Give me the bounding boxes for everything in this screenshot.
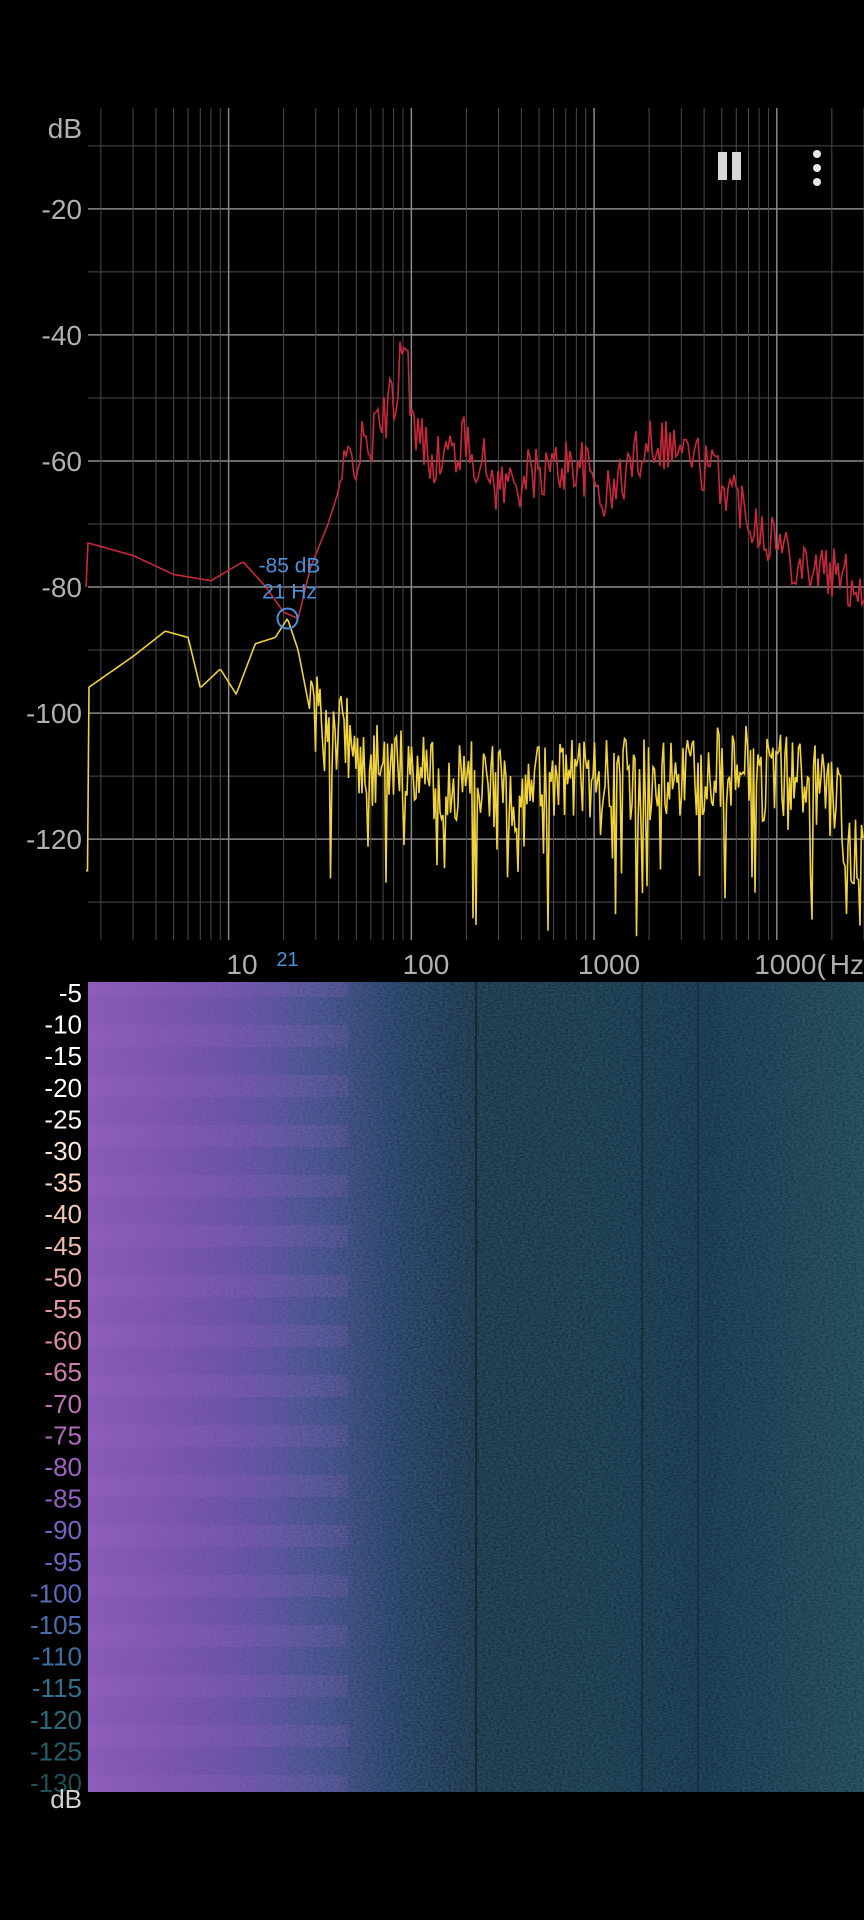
spectrogram-panel[interactable]: -5-10-15-20-25-30-35-40-45-50-55-60-65-7… <box>0 975 864 1825</box>
spectrogram-y-axis: -5-10-15-20-25-30-35-40-45-50-55-60-65-7… <box>30 978 82 1814</box>
spectrogram-y-tick: -70 <box>44 1389 82 1419</box>
spectrum-y-tick: -40 <box>42 320 82 351</box>
spectrogram-y-tick: -40 <box>44 1199 82 1229</box>
spectrogram-y-tick: -30 <box>44 1136 82 1166</box>
spectrogram-y-unit: dB <box>50 1784 82 1814</box>
spectrogram-y-tick: -5 <box>59 978 82 1008</box>
pause-button[interactable] <box>701 140 757 196</box>
more-options-button[interactable] <box>789 140 845 196</box>
spectrogram-y-tick: -100 <box>30 1578 82 1608</box>
spectrogram-y-tick: -20 <box>44 1073 82 1103</box>
pause-icon <box>715 151 743 185</box>
spectrum-y-tick: -120 <box>26 824 82 855</box>
spectrum-analyzer-app: dB -20 -40 -60 -80 -100 -120 10 100 1000 1000(Hz… <box>0 0 864 1920</box>
marker-axis-label: 21 <box>276 949 298 971</box>
spectrogram-y-tick: -75 <box>44 1420 82 1450</box>
spectrogram-y-tick: -60 <box>44 1326 82 1356</box>
spectrogram-y-tick: -95 <box>44 1547 82 1577</box>
marker-hz-label: 21 Hz <box>262 581 317 604</box>
spectrum-y-unit: dB <box>48 113 82 144</box>
marker-db-label: -85 dB <box>259 555 321 578</box>
spectrum-y-tick: -80 <box>42 572 82 603</box>
spectrogram-image <box>88 982 864 1792</box>
spectrogram-y-tick: -125 <box>30 1736 82 1766</box>
spectrogram-y-tick: -105 <box>30 1610 82 1640</box>
spectrogram-y-tick: -65 <box>44 1357 82 1387</box>
spectrogram-y-tick: -45 <box>44 1231 82 1261</box>
spectrum-y-tick: -20 <box>42 194 82 225</box>
spectrogram-y-tick: -35 <box>44 1168 82 1198</box>
spectrogram-y-tick: -55 <box>44 1294 82 1324</box>
frequency-marker[interactable]: -85 dB 21 Hz 21 <box>259 555 321 971</box>
spectrogram-y-tick: -25 <box>44 1104 82 1134</box>
spectrogram-y-tick: -10 <box>44 1010 82 1040</box>
spectrogram-y-tick: -50 <box>44 1262 82 1292</box>
spectrum-y-axis: dB -20 -40 -60 -80 -100 -120 <box>26 113 82 855</box>
spectrum-y-tick: -60 <box>42 446 82 477</box>
marker-circle <box>276 607 299 630</box>
spectrogram-y-tick: -110 <box>32 1642 82 1672</box>
more-vert-icon <box>813 147 821 189</box>
spectrogram-y-tick: -15 <box>44 1041 82 1071</box>
spectrogram-y-tick: -90 <box>44 1515 82 1545</box>
spectrum-series <box>85 341 864 937</box>
spectrogram-y-tick: -115 <box>32 1673 82 1703</box>
spectrum-y-tick: -100 <box>26 698 82 729</box>
spectrogram-y-tick: -120 <box>30 1705 82 1735</box>
spectrogram-y-tick: -85 <box>44 1484 82 1514</box>
peak-hold-trace <box>85 341 864 620</box>
current-spectrum-trace <box>86 617 864 937</box>
spectrogram-y-tick: -80 <box>44 1452 82 1482</box>
